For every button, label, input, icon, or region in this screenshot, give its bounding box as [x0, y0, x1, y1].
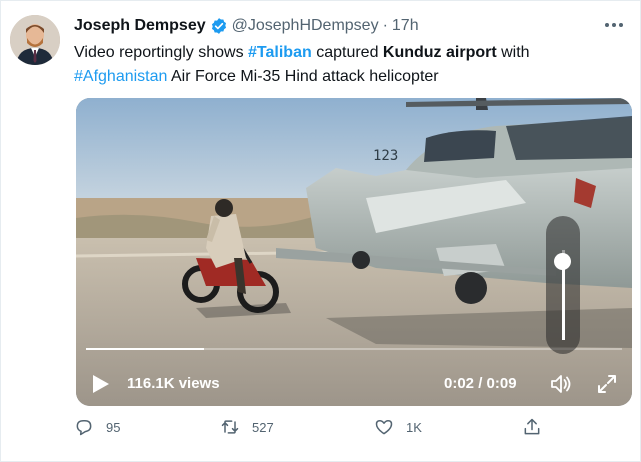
display-name[interactable]: Joseph Dempsey: [74, 17, 206, 35]
video-player[interactable]: 123 116.1K views 0:02 / 0:09: [76, 98, 632, 406]
play-icon[interactable]: [92, 374, 110, 394]
retweet-count: 527: [252, 419, 274, 435]
volume-fill: [562, 260, 565, 340]
text-part: Video reportingly shows: [74, 44, 249, 61]
text-bold: Kunduz airport: [382, 44, 497, 61]
hashtag-afghanistan[interactable]: #Afghanistan: [74, 68, 167, 85]
avatar[interactable]: [10, 15, 60, 65]
action-bar: 95 527 1K: [74, 417, 574, 443]
volume-knob[interactable]: [554, 252, 571, 270]
timestamp[interactable]: 17h: [392, 17, 419, 35]
view-count: 116.1K views: [127, 375, 220, 392]
text-part: captured: [311, 44, 383, 61]
progress-bar[interactable]: [86, 348, 622, 350]
text-part: Air Force Mi-35 Hind attack helicopter: [167, 68, 439, 85]
more-options-icon[interactable]: [602, 15, 626, 35]
avatar-photo: [10, 15, 60, 65]
tail-number: 123: [373, 148, 398, 164]
text-part: with: [496, 44, 530, 61]
volume-icon[interactable]: [549, 373, 573, 395]
volume-slider[interactable]: [546, 216, 580, 354]
video-controls: 116.1K views 0:02 / 0:09: [76, 362, 632, 406]
like-icon: [375, 420, 393, 435]
like-button[interactable]: 1K: [374, 417, 422, 437]
reply-icon: [76, 420, 92, 436]
reply-button[interactable]: 95: [74, 417, 120, 437]
share-button[interactable]: [522, 417, 554, 437]
hashtag-taliban[interactable]: #Taliban: [248, 44, 312, 61]
retweet-button[interactable]: 527: [220, 417, 274, 437]
separator-dot: ·: [382, 17, 388, 34]
tweet-card[interactable]: Joseph Dempsey @JosephHDempsey · 17h Vid…: [0, 0, 641, 462]
timecode: 0:02 / 0:09: [444, 375, 517, 392]
like-count: 1K: [406, 419, 422, 435]
tweet-header: Joseph Dempsey @JosephHDempsey · 17h: [74, 14, 419, 38]
verified-badge-icon: [211, 18, 226, 34]
fullscreen-icon[interactable]: [596, 373, 618, 395]
progress-fill: [86, 348, 204, 350]
tweet-text: Video reportingly shows #Taliban capture…: [74, 41, 626, 89]
share-icon: [524, 418, 540, 435]
retweet-icon: [221, 420, 239, 434]
handle[interactable]: @JosephHDempsey: [232, 17, 379, 35]
reply-count: 95: [106, 419, 121, 435]
